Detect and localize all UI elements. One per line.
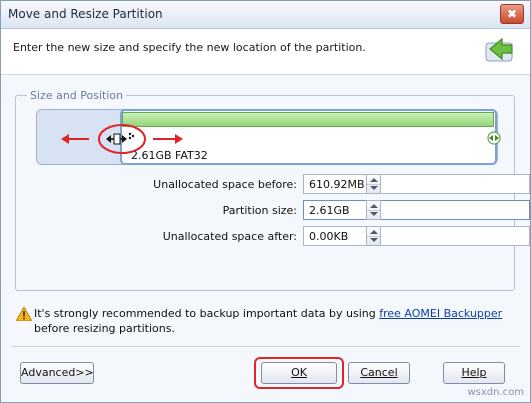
- cancel-button[interactable]: Cancel: [348, 362, 410, 384]
- partition-usage-bar: [122, 112, 494, 127]
- spin-divider: [367, 210, 380, 211]
- footer-divider: [11, 346, 520, 348]
- unallocated-before-label: Unallocated space before:: [153, 178, 297, 191]
- ok-label: OK: [291, 366, 307, 379]
- spin-up-icon[interactable]: [370, 204, 378, 208]
- advanced-button[interactable]: Advanced>>: [20, 362, 94, 384]
- close-button[interactable]: ✖: [500, 4, 524, 24]
- help-label: Help: [461, 366, 487, 379]
- partition-size-label: Partition size:: [222, 204, 297, 217]
- watermark: wsxdn.com: [467, 387, 524, 398]
- partition-size-input[interactable]: 2.61GB: [303, 200, 530, 220]
- unallocated-after-spinner[interactable]: [366, 226, 381, 246]
- spin-down-icon[interactable]: [370, 212, 378, 216]
- spin-down-icon[interactable]: [370, 238, 378, 242]
- unallocated-after-input[interactable]: 0.00KB: [303, 226, 530, 246]
- right-resize-handle-icon[interactable]: [487, 131, 501, 145]
- unallocated-before-input[interactable]: 610.92MB: [303, 174, 530, 194]
- unallocated-after-label: Unallocated space after:: [162, 230, 297, 243]
- backup-notice: It's strongly recommended to backup impo…: [34, 306, 504, 336]
- partition-size-spinner[interactable]: [366, 200, 381, 220]
- spin-down-icon[interactable]: [370, 186, 378, 190]
- move-resize-dialog: Move and Resize Partition ✖ Enter the ne…: [0, 0, 531, 403]
- resize-handle-icon[interactable]: [97, 123, 147, 155]
- group-legend: Size and Position: [27, 89, 127, 102]
- unallocated-before-spinner[interactable]: [366, 174, 381, 194]
- backupper-link[interactable]: free AOMEI Backupper: [379, 307, 502, 320]
- instruction-header: Enter the new size and specify the new l…: [1, 29, 530, 75]
- notice-prefix: It's strongly recommended to backup impo…: [34, 307, 380, 320]
- spin-divider: [367, 236, 380, 237]
- warning-icon: [16, 307, 32, 321]
- left-arrow-icon: [61, 134, 89, 144]
- cancel-label: Cancel: [360, 366, 398, 379]
- spin-up-icon[interactable]: [370, 178, 378, 182]
- window-title: Move and Resize Partition: [8, 7, 163, 21]
- notice-suffix: before resizing partitions.: [34, 322, 175, 335]
- back-arrow-icon: [485, 37, 513, 62]
- right-arrow-icon: [153, 134, 183, 144]
- spin-divider: [367, 184, 380, 185]
- spin-up-icon[interactable]: [370, 230, 378, 234]
- ok-button[interactable]: OK: [261, 362, 337, 384]
- title-bar: Move and Resize Partition ✖: [1, 1, 530, 29]
- help-button[interactable]: Help: [443, 362, 505, 384]
- instruction-text: Enter the new size and specify the new l…: [13, 41, 366, 54]
